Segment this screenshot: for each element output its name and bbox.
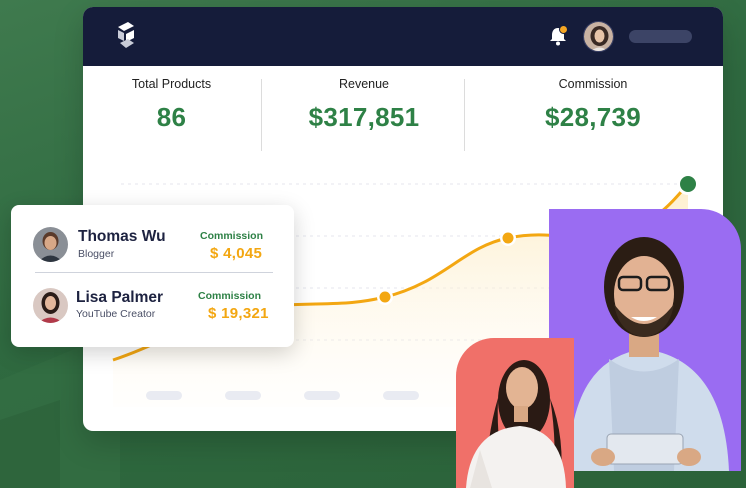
affiliate-role: YouTube Creator <box>76 308 156 320</box>
x-axis-placeholder <box>146 391 182 400</box>
chart-point-highlight-inner <box>680 176 696 192</box>
stat-revenue: Revenue $317,851 <box>283 77 445 157</box>
stat-commission: Commission $28,739 <box>508 77 678 157</box>
affiliate-name: Lisa Palmer <box>76 289 164 306</box>
commission-value: $ 19,321 <box>208 305 269 322</box>
stat-label: Commission <box>558 77 628 91</box>
user-avatar[interactable] <box>583 21 614 52</box>
chart-point-inner <box>379 291 391 303</box>
creator-photo-man <box>549 209 741 471</box>
affiliate-name: Thomas Wu <box>78 228 166 245</box>
creator-photo-woman <box>456 338 574 488</box>
affiliate-role: Blogger <box>78 248 115 260</box>
notification-dot <box>559 25 568 34</box>
username-placeholder[interactable] <box>629 30 692 43</box>
stat-divider <box>464 79 465 151</box>
card-divider <box>35 272 273 273</box>
avatar-lisa <box>33 288 68 323</box>
stat-label: Total Products <box>131 77 212 91</box>
stat-divider <box>261 79 262 151</box>
commission-label: Commission <box>198 290 262 302</box>
x-axis-placeholder <box>383 391 419 400</box>
commission-value: $ 4,045 <box>210 245 263 262</box>
affiliate-card: Thomas Wu Blogger Commission $ 4,045 Lis… <box>11 205 294 347</box>
stat-value: $317,851 <box>308 102 420 132</box>
logo-icon[interactable] <box>114 21 138 51</box>
top-navbar <box>83 7 723 66</box>
x-axis-placeholder <box>225 391 261 400</box>
avatar-thomas <box>33 227 68 262</box>
stat-value: $28,739 <box>544 102 642 132</box>
x-axis-placeholder <box>304 391 340 400</box>
stat-label: Revenue <box>338 77 390 91</box>
stat-value: 86 <box>156 102 187 132</box>
commission-label: Commission <box>200 230 264 242</box>
stat-total-products: Total Products 86 <box>103 77 240 157</box>
chart-point-inner <box>502 232 514 244</box>
